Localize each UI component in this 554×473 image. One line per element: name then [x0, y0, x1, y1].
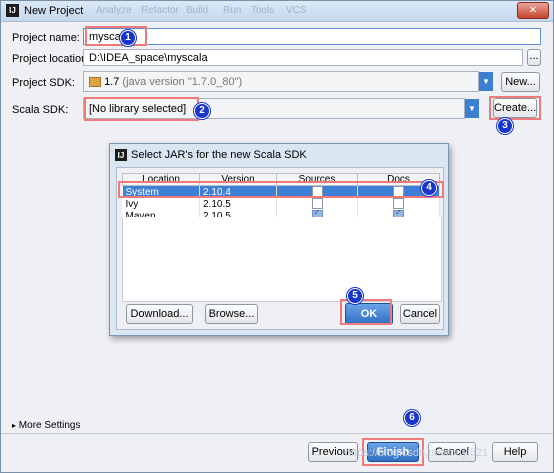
ghost-menu-item: Tools	[251, 5, 275, 16]
table-row[interactable]: Ivy 2.10.5	[122, 198, 440, 210]
folder-icon	[89, 77, 101, 88]
footer-divider	[1, 433, 553, 434]
help-button[interactable]: Help	[492, 442, 538, 462]
browse-jar-button[interactable]: Browse...	[205, 304, 258, 324]
project-sdk-detail: (java version "1.7.0_80")	[122, 76, 243, 88]
more-settings-label: More Settings	[18, 420, 81, 431]
project-sdk-select[interactable]: 1.7 (java version "1.7.0_80")	[83, 71, 479, 92]
project-location-label: Project location:	[12, 53, 91, 65]
close-icon[interactable]: ✕	[517, 2, 549, 19]
project-sdk-label: Project SDK:	[12, 77, 75, 89]
highlight-box-5	[340, 299, 392, 325]
annotation-badge-6: 6	[404, 410, 420, 426]
ghost-menu-item: Build	[186, 5, 209, 16]
highlight-box-2	[84, 97, 199, 121]
ghost-menu-item: Refactor	[141, 5, 179, 16]
ghost-menu-item: Run	[223, 5, 242, 16]
more-settings-toggle[interactable]: ▸ More Settings	[12, 420, 81, 431]
new-sdk-button[interactable]: New...	[501, 72, 540, 92]
annotation-badge-4: 4	[421, 180, 437, 196]
browse-location-button[interactable]: ...	[527, 49, 541, 66]
watermark: https://blog.csdn.net/muyi521	[345, 447, 489, 459]
annotation-badge-5: 5	[347, 288, 363, 304]
title-bar: IJ New Project Analyze Refactor Build Ru…	[1, 1, 553, 22]
ghost-menu-item: Analyze	[96, 5, 132, 16]
table-empty-area	[122, 217, 442, 302]
project-location-input[interactable]: D:\IDEA_space\myscala	[83, 49, 523, 66]
highlight-box-4	[118, 181, 444, 198]
annotation-badge-2: 2	[194, 103, 210, 119]
dialog-title-bar: IJ Select JAR's for the new Scala SDK	[110, 144, 448, 166]
dialog-cancel-button[interactable]: Cancel	[400, 304, 440, 324]
cell-location: Ivy	[122, 198, 200, 210]
chevron-down-icon[interactable]: ▼	[479, 72, 493, 91]
intellij-logo-icon: IJ	[6, 4, 19, 17]
highlight-box-1	[85, 26, 147, 46]
chevron-right-icon: ▸	[12, 421, 17, 430]
chevron-down-icon[interactable]: ▼	[465, 99, 479, 118]
ghost-menu-item: VCS	[286, 5, 307, 16]
select-jars-dialog: IJ Select JAR's for the new Scala SDK Lo…	[109, 143, 449, 336]
project-name-label: Project name:	[12, 32, 80, 44]
highlight-box-3	[489, 96, 541, 120]
download-button[interactable]: Download...	[126, 304, 193, 324]
scala-sdk-label: Scala SDK:	[12, 104, 69, 116]
intellij-logo-icon: IJ	[115, 149, 127, 161]
annotation-badge-3: 3	[497, 118, 513, 134]
dialog-title: Select JAR's for the new Scala SDK	[131, 149, 307, 161]
new-project-window: IJ New Project Analyze Refactor Build Ru…	[0, 0, 554, 473]
project-name-input[interactable]: myscala	[83, 28, 541, 45]
annotation-badge-1: 1	[120, 30, 136, 46]
cell-version: 2.10.5	[199, 198, 277, 210]
window-title: New Project	[24, 5, 84, 17]
project-sdk-version: 1.7	[104, 76, 120, 88]
